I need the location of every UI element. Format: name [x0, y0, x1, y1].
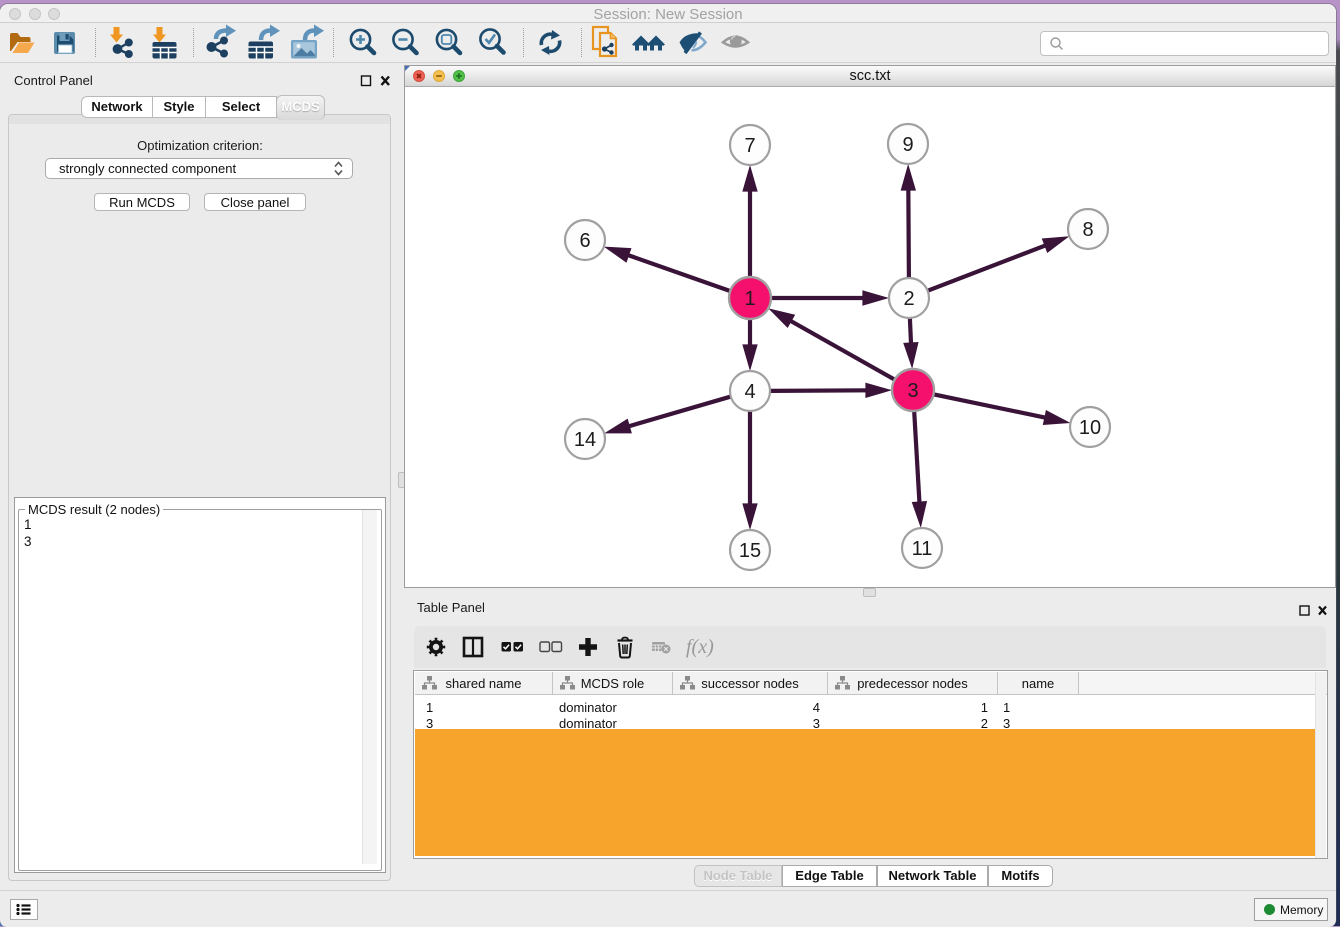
svg-text:14: 14 [574, 429, 596, 451]
svg-text:7: 7 [744, 135, 755, 157]
svg-text:6: 6 [579, 230, 590, 252]
svg-text:2: 2 [903, 288, 914, 310]
svg-text:11: 11 [912, 538, 933, 560]
svg-text:8: 8 [1082, 219, 1093, 241]
svg-text:3: 3 [907, 380, 918, 402]
svg-text:4: 4 [744, 381, 755, 403]
svg-text:1: 1 [744, 288, 755, 310]
svg-text:9: 9 [902, 134, 913, 156]
svg-text:10: 10 [1079, 417, 1101, 439]
svg-text:f(x): f(x) [686, 636, 714, 658]
svg-text:15: 15 [739, 540, 761, 562]
